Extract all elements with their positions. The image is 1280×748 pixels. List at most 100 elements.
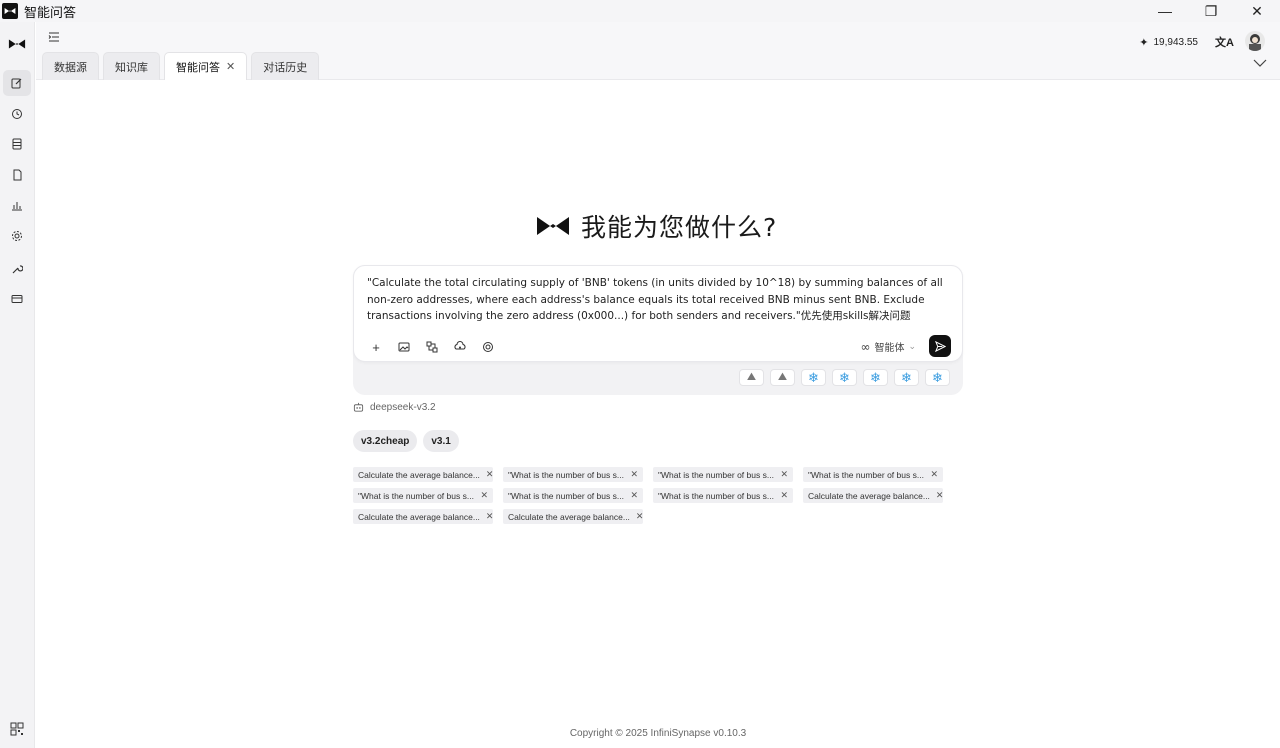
maximize-button[interactable]: ❐: [1188, 0, 1234, 22]
avatar[interactable]: [1245, 31, 1265, 51]
target-button[interactable]: [477, 336, 499, 358]
chevron-down-icon: ⌄: [908, 341, 916, 352]
list-item[interactable]: Calculate the average balance... ✕: [353, 509, 493, 524]
menu-toggle-icon[interactable]: [47, 30, 61, 44]
settings-icon: [12, 231, 22, 241]
close-icon[interactable]: ✕: [780, 469, 788, 480]
skill-chip-snow-1[interactable]: ❄: [801, 369, 826, 386]
model-indicator[interactable]: deepseek-v3.2: [353, 402, 436, 413]
copyright-footer: Copyright © 2025 InfiniSynapse v0.10.3: [569, 728, 747, 739]
close-icon[interactable]: ✕: [480, 490, 488, 501]
close-icon[interactable]: ✕: [486, 511, 493, 522]
mountain-icon: ⛰: [777, 371, 788, 383]
image-icon: [398, 342, 410, 352]
cloud-button[interactable]: [449, 336, 471, 358]
sidebar-item-settings[interactable]: [3, 223, 31, 249]
credits-value: 19,943.55: [1153, 36, 1199, 48]
brand-logo-icon: [8, 39, 26, 49]
skill-shortcuts: ⛰ ⛰ ❄ ❄ ❄ ❄ ❄: [739, 369, 950, 386]
wrench-icon: [12, 265, 23, 274]
send-button[interactable]: [929, 335, 951, 357]
brand-logo-icon: [537, 217, 569, 235]
translate-icon[interactable]: 文A: [1215, 34, 1234, 50]
prompt-input[interactable]: "Calculate the total circulating supply …: [367, 275, 951, 325]
agent-select[interactable]: ∞ 智能体 ⌄: [860, 339, 916, 355]
tab-data-source[interactable]: 数据源: [42, 52, 99, 80]
tab-chat-history[interactable]: 对话历史: [251, 52, 320, 80]
infinity-icon: ∞: [860, 339, 871, 354]
image-button[interactable]: [393, 336, 415, 358]
close-icon[interactable]: ✕: [486, 469, 493, 480]
sidebar-item-billing[interactable]: [3, 286, 31, 312]
list-item[interactable]: Calculate the average balance... ✕: [803, 488, 943, 503]
close-icon[interactable]: ✕: [936, 490, 943, 501]
skill-chip-mountain-2[interactable]: ⛰: [770, 369, 795, 386]
sidebar-item-history[interactable]: [3, 101, 31, 127]
close-icon[interactable]: ✕: [780, 490, 788, 501]
snowflake-icon: ❄: [901, 369, 912, 385]
cloud-icon: [454, 341, 466, 350]
avatar-image-icon: [1249, 34, 1261, 51]
close-icon[interactable]: ✕: [636, 511, 643, 522]
list-item[interactable]: Calculate the average balance... ✕: [503, 509, 643, 524]
window-controls: — ❐ ✕: [1142, 0, 1280, 22]
agent-label: 智能体: [874, 343, 905, 354]
app-logo-icon: [2, 3, 18, 19]
list-item[interactable]: "What is the number of bus s... ✕: [503, 488, 643, 503]
sidebar-item-new-chat[interactable]: [3, 70, 31, 96]
workflow-icon: [426, 341, 438, 353]
sidebar-item-chart[interactable]: [3, 192, 31, 218]
tab-bar: 数据源 知识库 智能问答 ✕ 对话历史: [42, 52, 320, 80]
card-icon: [11, 295, 23, 303]
version-chip[interactable]: v3.2cheap: [353, 430, 418, 452]
sidebar-item-document[interactable]: [3, 162, 31, 188]
tab-knowledge-base[interactable]: 知识库: [103, 52, 160, 80]
close-window-button[interactable]: ✕: [1234, 0, 1280, 22]
snowflake-icon: ❄: [839, 369, 850, 385]
tab-close-icon[interactable]: ✕: [226, 60, 235, 73]
composer-toolbar: +: [365, 336, 499, 358]
history-icon: [12, 109, 22, 119]
qr-code-icon[interactable]: [10, 722, 24, 736]
header: 数据源 知识库 智能问答 ✕ 对话历史 ✦ 19,943.55 文A: [36, 22, 1280, 80]
snowflake-icon: ❄: [932, 369, 943, 385]
page-title: 我能为您做什么?: [581, 213, 778, 242]
list-item[interactable]: "What is the number of bus s... ✕: [653, 488, 793, 503]
skill-chip-snow-2[interactable]: ❄: [832, 369, 857, 386]
sidebar-item-tools[interactable]: [3, 256, 31, 282]
list-item[interactable]: "What is the number of bus s... ✕: [503, 467, 643, 482]
add-attachment-button[interactable]: +: [365, 336, 387, 358]
snowflake-icon: ❄: [808, 369, 819, 385]
composer-container: "Calculate the total circulating supply …: [353, 265, 963, 395]
chart-icon: [12, 202, 22, 211]
minimize-button[interactable]: —: [1142, 0, 1188, 22]
chevron-down-icon[interactable]: [1253, 58, 1267, 68]
close-icon[interactable]: ✕: [930, 469, 938, 480]
document-icon: [13, 169, 22, 181]
recent-questions: Calculate the average balance... ✕ "What …: [353, 467, 953, 524]
tab-smart-qa[interactable]: 智能问答 ✕: [164, 52, 248, 80]
main-content: 我能为您做什么? "Calculate the total circulatin…: [36, 80, 1280, 748]
skill-chip-mountain-1[interactable]: ⛰: [739, 369, 764, 386]
prompt-composer[interactable]: "Calculate the total circulating supply …: [353, 265, 963, 362]
close-icon[interactable]: ✕: [630, 469, 638, 480]
hero: 我能为您做什么?: [536, 208, 777, 244]
list-item[interactable]: "What is the number of bus s... ✕: [353, 488, 493, 503]
new-chat-icon: [11, 78, 22, 89]
skill-chip-snow-5[interactable]: ❄: [925, 369, 950, 386]
workflow-button[interactable]: [421, 336, 443, 358]
model-name: deepseek-v3.2: [370, 402, 436, 413]
skill-chip-snow-3[interactable]: ❄: [863, 369, 888, 386]
sidebar-item-database[interactable]: [3, 131, 31, 157]
list-item[interactable]: "What is the number of bus s... ✕: [653, 467, 793, 482]
credits-badge[interactable]: ✦ 19,943.55: [1131, 31, 1206, 53]
send-icon: [934, 340, 946, 352]
target-icon: [483, 342, 493, 352]
skill-chip-snow-4[interactable]: ❄: [894, 369, 919, 386]
version-chip[interactable]: v3.1: [423, 430, 459, 452]
close-icon[interactable]: ✕: [630, 490, 638, 501]
plus-icon: +: [372, 339, 380, 355]
list-item[interactable]: "What is the number of bus s... ✕: [803, 467, 943, 482]
snowflake-icon: ❄: [870, 369, 881, 385]
list-item[interactable]: Calculate the average balance... ✕: [353, 467, 493, 482]
